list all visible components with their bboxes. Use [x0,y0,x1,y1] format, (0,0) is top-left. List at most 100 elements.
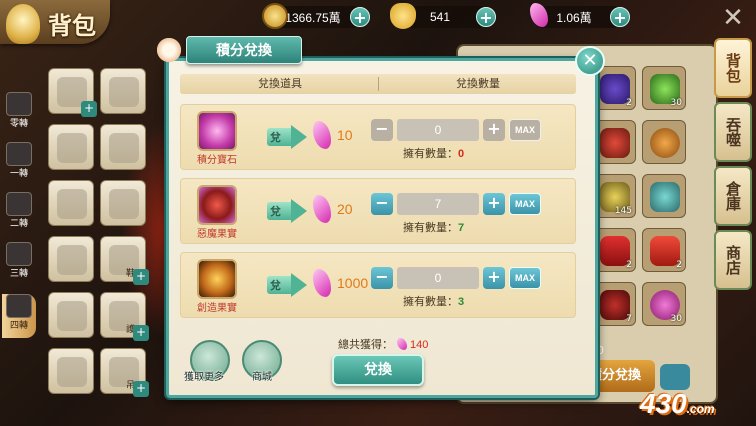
nav-item-3[interactable]: 三轉 [2,242,36,286]
add-coin-button[interactable]: + [350,7,370,27]
exchange-arrow-icon: 兌 [267,125,307,149]
exchange-arrow-icon: 兌 [267,199,307,223]
item-count: 30 [670,314,682,324]
decrease-button[interactable]: − [371,119,393,141]
tab-bag[interactable]: 背包 [714,38,752,98]
shop-label[interactable]: 商城 [252,368,272,383]
increase-button[interactable]: + [483,193,505,215]
equip-slot[interactable] [100,68,146,114]
bag-title-badge: 背包 [0,0,110,44]
equip-slot[interactable] [100,180,146,226]
currency-gem: 1.06萬 + [530,3,630,28]
armor-icon [6,242,32,266]
nav-item-label: 四轉 [9,321,28,331]
close-dialog-icon[interactable]: ✕ [575,46,605,76]
inventory-slot[interactable] [642,120,686,164]
owned-count: 擁有數量：7 [403,219,464,235]
owned-label: 擁有數量： [403,295,458,308]
max-button[interactable]: MAX [509,193,541,215]
exchange-label: 兌 [270,279,281,292]
amulet-icon [109,133,139,163]
equip-slot[interactable] [100,124,146,170]
equip-slot[interactable]: 鞋 + [100,236,149,285]
nav-item-1[interactable]: 一轉 [2,142,36,186]
equip-slot[interactable] [48,180,94,226]
item-icon [600,128,630,158]
demon-fruit-icon[interactable] [197,185,237,225]
inventory-slot[interactable]: 7 [592,282,636,326]
redeem-button[interactable]: 兌換 [332,354,424,386]
pink-gem-icon [313,121,331,149]
points-gem-icon[interactable] [197,111,237,151]
equip-slot[interactable]: 吊 + [100,348,149,397]
add-slot-icon[interactable]: + [81,101,97,117]
quantity-input[interactable]: 0 [397,267,479,289]
quantity-input[interactable]: 7 [397,193,479,215]
tab-warehouse[interactable]: 倉庫 [714,166,752,226]
nav-item-2[interactable]: 二轉 [2,192,36,236]
equip-slot[interactable] [48,124,94,170]
armor-icon [6,294,32,318]
add-ingot-button[interactable]: + [476,7,496,27]
transmigration-nav: 零轉 一轉 二轉 三轉 四轉 [0,88,40,348]
creation-fruit-icon[interactable] [197,259,237,299]
boots-icon [57,245,87,275]
pink-gem-icon [313,195,331,223]
item-count: 2 [676,260,682,270]
equip-slot[interactable] [48,292,94,338]
tab-devour[interactable]: 吞噬 [714,102,752,162]
inventory-slot[interactable] [642,174,686,218]
decrease-button[interactable]: − [371,193,393,215]
add-slot-icon[interactable]: + [133,269,149,285]
owned-count: 擁有數量：3 [403,293,464,309]
nav-item-4[interactable]: 四轉 [2,294,36,338]
add-gem-button[interactable]: + [610,7,630,27]
owned-value: 3 [458,296,465,308]
owned-label: 擁有數量： [403,147,458,160]
quantity-input[interactable]: 0 [397,119,479,141]
equip-slot[interactable] [48,236,94,282]
tab-shop[interactable]: 商店 [714,230,752,290]
inventory-slot[interactable] [592,120,636,164]
total-gained: 總共獲得： 140 [338,336,428,352]
close-bag-icon[interactable]: ✕ [716,4,750,34]
nav-item-0[interactable]: 零轉 [2,92,36,136]
pink-gem-icon [313,269,331,297]
nav-item-label: 一轉 [9,169,28,179]
watermark-sub: .com [686,402,715,416]
item-name: 創造果實 [197,303,237,314]
total-value: 140 [410,339,429,351]
currency-ingot: 541 + [390,3,496,29]
decrease-button[interactable]: − [371,267,393,289]
equip-slot[interactable]: + [48,68,97,117]
get-more-label[interactable]: 獲取更多 [184,368,224,383]
equip-slot[interactable] [48,348,94,394]
item-name: 惡魔果實 [197,229,237,240]
inventory-slot[interactable]: 2 [592,228,636,272]
cost-value: 20 [337,201,353,217]
armor-icon [6,92,32,116]
item-count: 145 [614,206,632,216]
inventory-slot[interactable]: 2 [642,228,686,272]
increase-button[interactable]: + [483,119,505,141]
max-button[interactable]: MAX [509,119,541,141]
header-divider [378,77,379,91]
chest-armor-icon [57,189,87,219]
sort-icon[interactable] [660,364,690,390]
equip-slot[interactable]: 護 + [100,292,149,341]
currency-coin: 1366.75萬 + [262,3,370,29]
ring-icon [109,189,139,219]
orb-icon [650,128,680,158]
table-header: 兌換道具 兌換數量 [180,74,576,94]
increase-button[interactable]: + [483,267,505,289]
inventory-slot[interactable]: 145 [592,174,636,218]
item-icon [650,182,680,212]
owned-label: 擁有數量： [403,221,458,234]
exchange-row: 積分寶石 兌 10 − 0 + MAX 擁有數量：0 [180,104,576,170]
dialog-title: 積分兌換 [186,36,302,64]
inventory-slot[interactable]: 30 [642,282,686,326]
add-slot-icon[interactable]: + [133,381,149,397]
inventory-slot[interactable]: 30 [642,66,686,110]
max-button[interactable]: MAX [509,267,541,289]
add-slot-icon[interactable]: + [133,325,149,341]
